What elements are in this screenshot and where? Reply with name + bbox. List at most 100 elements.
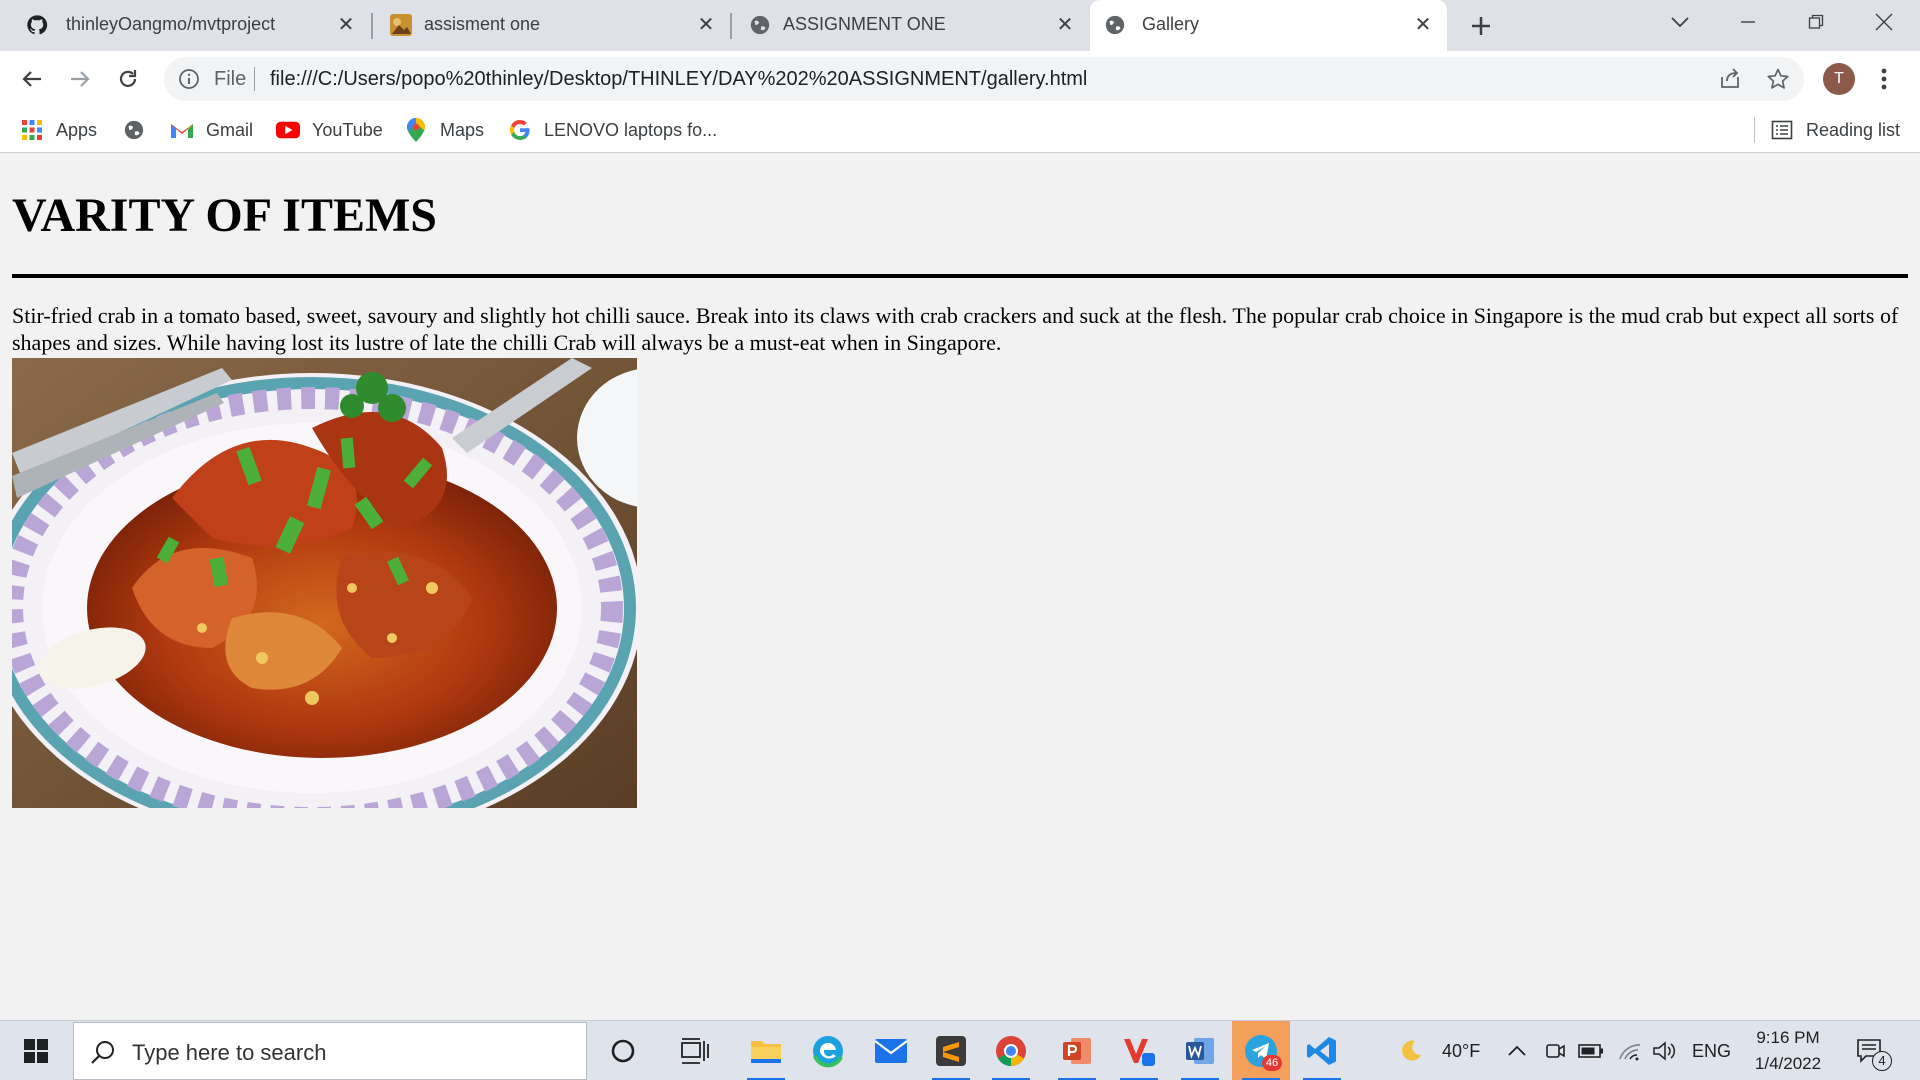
image-favicon-icon <box>390 14 412 36</box>
globe-icon <box>122 118 146 142</box>
bookmark-label: Apps <box>56 119 98 140</box>
back-button[interactable] <box>14 61 50 97</box>
bookmark-lenovo[interactable]: LENOVO laptops fo... <box>508 115 717 145</box>
taskbar-telegram[interactable]: 46 <box>1232 1021 1290 1080</box>
moon-icon <box>1402 1040 1421 1061</box>
new-tab-button[interactable] <box>1446 4 1516 48</box>
taskbar-file-explorer[interactable] <box>737 1021 795 1080</box>
address-bar[interactable]: File file:///C:/Users/popo%20thinley/Des… <box>164 57 1804 101</box>
tab-title: ASSIGNMENT ONE <box>783 14 946 34</box>
restore-icon <box>1808 14 1824 29</box>
arrow-left-icon <box>22 71 41 87</box>
restore-button[interactable] <box>1782 0 1850 44</box>
profile-avatar[interactable]: T <box>1823 63 1855 95</box>
taskbar-chrome[interactable] <box>982 1021 1040 1080</box>
powerpoint-icon <box>1063 1038 1091 1064</box>
taskbar-edge[interactable] <box>799 1021 857 1080</box>
edge-icon <box>813 1036 843 1068</box>
gmail-icon <box>170 118 194 142</box>
network-button[interactable] <box>1618 1021 1642 1080</box>
folder-icon <box>751 1041 781 1063</box>
close-window-button[interactable] <box>1850 0 1918 44</box>
close-tab-icon[interactable]: ✕ <box>1053 13 1077 37</box>
chilli-crab-photo <box>12 358 637 808</box>
tab-search-button[interactable] <box>1646 0 1714 44</box>
chevron-up-icon <box>1508 1045 1526 1056</box>
tab-strip: thinleyOangmo/mvtproject ✕ assisment one… <box>0 0 1920 51</box>
taskbar-powerpoint[interactable] <box>1048 1021 1106 1080</box>
url-scheme-label: File <box>214 68 247 90</box>
start-button[interactable] <box>0 1021 72 1080</box>
chrome-icon <box>996 1036 1026 1066</box>
reload-icon <box>119 70 137 87</box>
clock-date: 1/4/2022 <box>1754 1054 1822 1073</box>
action-center-button[interactable]: 4 <box>1856 1021 1892 1080</box>
kebab-menu-icon[interactable] <box>1872 63 1896 95</box>
taskbar-sublime-text[interactable] <box>922 1021 980 1080</box>
tab-gallery[interactable]: Gallery ✕ <box>1090 0 1447 51</box>
reading-list-button[interactable]: Reading list <box>1770 115 1900 145</box>
cortana-button[interactable] <box>594 1021 652 1080</box>
reading-list-icon <box>1770 118 1794 142</box>
task-view-icon <box>681 1038 709 1064</box>
show-hidden-icons-button[interactable] <box>1508 1021 1526 1080</box>
task-view-button[interactable] <box>666 1021 724 1080</box>
tab-separator <box>730 13 732 39</box>
github-icon <box>27 15 48 35</box>
tab-assisment-one[interactable]: assisment one ✕ <box>374 0 732 51</box>
meet-now-button[interactable] <box>1544 1021 1566 1080</box>
star-icon[interactable] <box>1766 67 1790 91</box>
bookmark-label: Gmail <box>206 119 254 140</box>
word-icon <box>1186 1038 1214 1064</box>
camera-icon <box>1546 1044 1565 1058</box>
bookmarks-separator <box>1754 117 1755 143</box>
close-tab-icon[interactable]: ✕ <box>1411 13 1435 37</box>
apps-grid-icon <box>20 118 44 142</box>
page-heading: VARITY OF ITEMS <box>12 189 437 242</box>
tab-separator <box>371 13 373 39</box>
taskbar-clock[interactable]: 9:16 PM 1/4/2022 <box>1748 1025 1828 1077</box>
close-tab-icon[interactable]: ✕ <box>334 13 358 37</box>
bookmark-globe[interactable] <box>122 115 158 145</box>
chevron-down-icon <box>1671 17 1689 28</box>
taskbar-mail[interactable] <box>862 1021 920 1080</box>
url-text[interactable]: file:///C:/Users/popo%20thinley/Desktop/… <box>270 68 1087 91</box>
taskbar-search-box[interactable]: Type here to search <box>73 1022 587 1080</box>
volume-button[interactable] <box>1652 1021 1676 1080</box>
battery-icon <box>1578 1044 1603 1058</box>
input-language-button[interactable]: ENG <box>1692 1021 1731 1080</box>
speaker-icon <box>1653 1041 1676 1061</box>
bookmarks-bar: Apps Gmail YouTube Maps LENOVO laptops f… <box>0 107 1920 153</box>
forward-button[interactable] <box>62 61 98 97</box>
info-icon[interactable] <box>178 68 200 90</box>
taskbar-vscode[interactable] <box>1293 1021 1351 1080</box>
cortana-circle-icon <box>611 1039 635 1063</box>
taskbar-word[interactable] <box>1171 1021 1229 1080</box>
battery-button[interactable] <box>1578 1021 1604 1080</box>
wifi-icon <box>1619 1044 1641 1061</box>
page-content: VARITY OF ITEMS Stir-fried crab in a tom… <box>0 154 1920 1020</box>
minimize-button[interactable] <box>1714 0 1782 44</box>
weather-temperature: 40°F <box>1442 1040 1481 1061</box>
close-icon <box>1875 13 1893 31</box>
close-tab-icon[interactable]: ✕ <box>694 13 718 37</box>
tab-github[interactable]: thinleyOangmo/mvtproject ✕ <box>10 0 370 51</box>
bookmark-gmail[interactable]: Gmail <box>170 115 253 145</box>
bookmark-label: LENOVO laptops fo... <box>544 119 718 140</box>
taskbar-vivaldi[interactable] <box>1110 1021 1168 1080</box>
bookmark-youtube[interactable]: YouTube <box>276 115 383 145</box>
bookmark-apps[interactable]: Apps <box>20 115 97 145</box>
globe-icon <box>1105 15 1125 35</box>
tab-assignment-one[interactable]: ASSIGNMENT ONE ✕ <box>733 0 1088 51</box>
reload-button[interactable] <box>110 61 146 97</box>
sublime-text-icon <box>936 1036 966 1066</box>
telegram-unread-badge: 46 <box>1262 1055 1282 1071</box>
tab-title: Gallery <box>1142 14 1200 34</box>
windows-logo-icon <box>24 1039 48 1063</box>
page-paragraph: Stir-fried crab in a tomato based, sweet… <box>12 303 1899 355</box>
share-icon[interactable] <box>1718 67 1742 91</box>
v-app-icon <box>1124 1039 1155 1066</box>
language-label: ENG <box>1692 1040 1732 1061</box>
bookmark-maps[interactable]: Maps <box>404 115 484 145</box>
weather-widget[interactable]: 40°F <box>1398 1021 1480 1080</box>
